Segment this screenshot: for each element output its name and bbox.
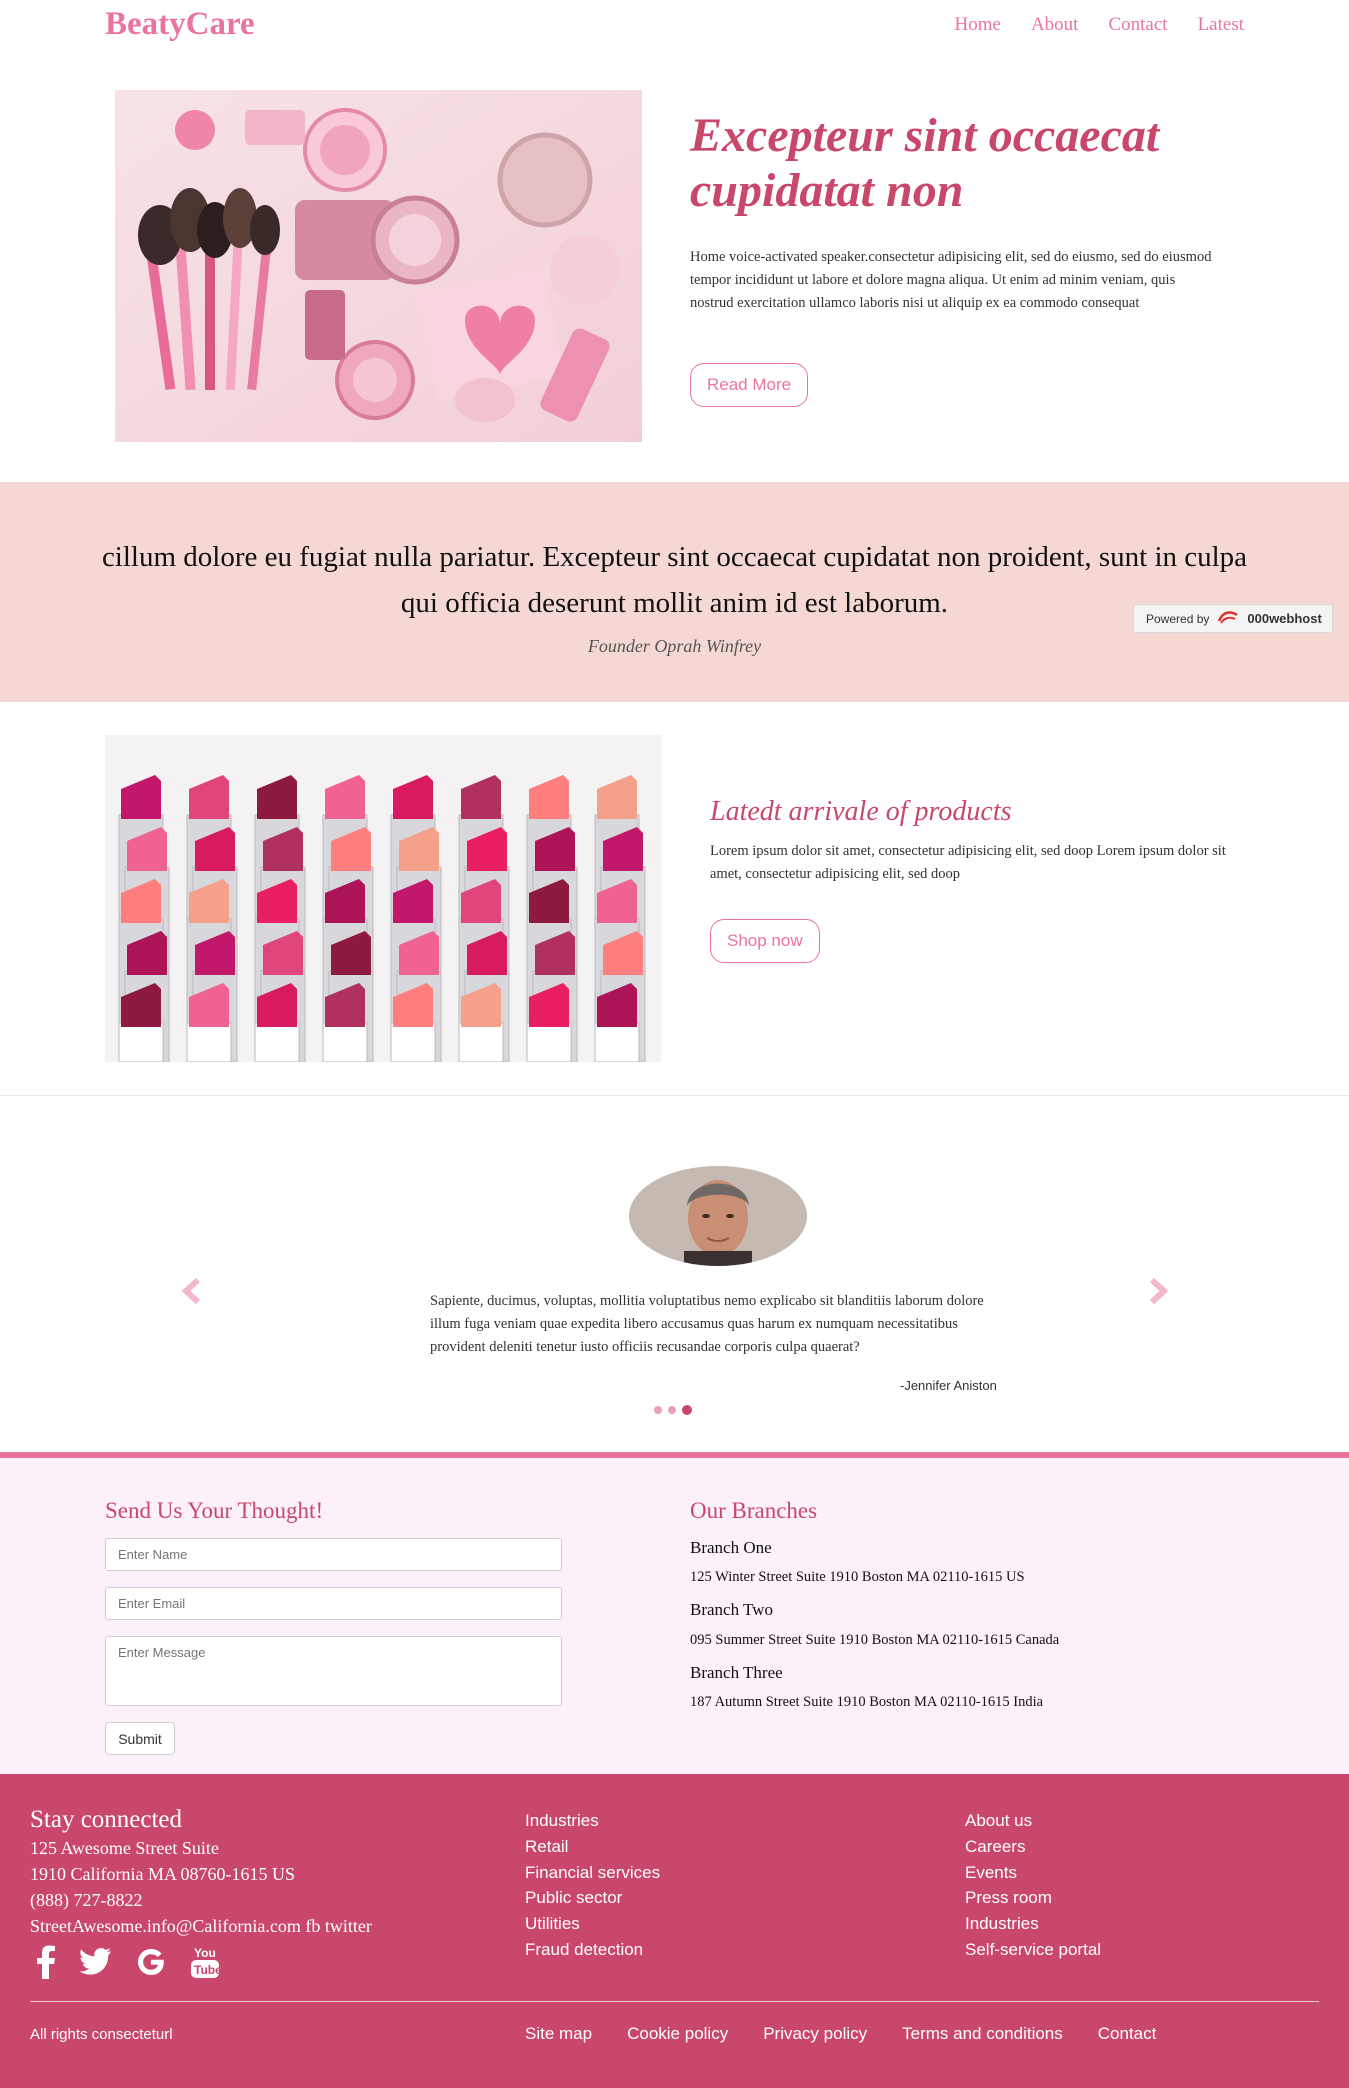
products-title: Latedt arrivale of products xyxy=(710,796,1012,827)
quote-author: Founder Oprah Winfrey xyxy=(587,636,762,656)
footer: Stay connected 125 Awesome Street Suite … xyxy=(0,1774,1349,2088)
footer-links-col-2: About us Careers Events Press room Indus… xyxy=(965,1808,1101,1963)
footer-bottom-link[interactable]: Terms and conditions xyxy=(902,2024,1063,2044)
copyright-text: All rights consecteturl xyxy=(30,2026,173,2043)
brand-logo[interactable]: BeatyCare xyxy=(105,6,255,43)
footer-phone: (888) 727-8822 xyxy=(30,1890,143,1910)
branch-address: 095 Summer Street Suite 1910 Boston MA 0… xyxy=(690,1632,1060,1648)
footer-bottom-link[interactable]: Site map xyxy=(525,2024,592,2044)
testimonial-avatar xyxy=(629,1166,807,1266)
nav-links: Home About Contact Latest xyxy=(955,14,1244,36)
carousel-dot-1[interactable] xyxy=(654,1406,662,1414)
branch-address: 125 Winter Street Suite 1910 Boston MA 0… xyxy=(690,1569,1025,1585)
powered-logo-text: 000webhost xyxy=(1247,611,1322,626)
footer-link[interactable]: Events xyxy=(965,1860,1101,1886)
contact-form-title: Send Us Your Thought! xyxy=(105,1498,324,1523)
powered-by-badge[interactable]: Powered by 000webhost xyxy=(1133,604,1333,633)
name-input[interactable] xyxy=(105,1538,562,1571)
footer-bottom-link[interactable]: Contact xyxy=(1098,2024,1157,2044)
shop-now-button[interactable]: Shop now xyxy=(710,919,820,963)
hero-body: Home voice-activated speaker.consectetur… xyxy=(690,249,1212,311)
social-links: You Tube xyxy=(36,1944,222,1985)
read-more-button[interactable]: Read More xyxy=(690,363,809,407)
footer-address-line: 1910 California MA 08760-1615 US xyxy=(30,1864,295,1884)
webhost-logo-icon xyxy=(1217,609,1239,628)
nav-link-contact[interactable]: Contact xyxy=(1108,14,1167,36)
carousel-dot-3[interactable] xyxy=(682,1405,692,1415)
footer-bottom-link[interactable]: Privacy policy xyxy=(763,2024,867,2044)
footer-link[interactable]: Self-service portal xyxy=(965,1937,1101,1963)
carousel-prev-icon[interactable] xyxy=(178,1276,208,1306)
footer-links-col-1: Industries Retail Financial services Pub… xyxy=(525,1808,660,1963)
testimonial-text: Sapiente, ducimus, voluptas, mollitia vo… xyxy=(430,1293,984,1355)
footer-link[interactable]: Press room xyxy=(965,1885,1101,1911)
branches-title: Our Branches xyxy=(690,1498,818,1523)
footer-link[interactable]: Industries xyxy=(525,1808,660,1834)
youtube-icon[interactable]: You Tube xyxy=(190,1944,222,1985)
hero-makeup-image xyxy=(115,90,642,442)
footer-link[interactable]: Retail xyxy=(525,1834,660,1860)
footer-link[interactable]: Careers xyxy=(965,1834,1101,1860)
footer-divider xyxy=(30,2001,1319,2002)
branch-name: Branch Three xyxy=(690,1663,783,1682)
footer-link[interactable]: About us xyxy=(965,1808,1101,1834)
footer-email: StreetAwesome.info@California.com fb twi… xyxy=(30,1916,372,1936)
powered-label: Powered by xyxy=(1146,611,1210,626)
nav-link-home[interactable]: Home xyxy=(955,14,1001,36)
google-icon[interactable] xyxy=(136,1947,166,1982)
products-body: Lorem ipsum dolor sit amet, consectetur … xyxy=(710,843,1226,882)
nav-link-latest[interactable]: Latest xyxy=(1198,14,1244,36)
quote-band: cillum dolore eu fugiat nulla pariatur. … xyxy=(0,482,1349,702)
branch-name: Branch Two xyxy=(690,1600,774,1619)
footer-link[interactable]: Public sector xyxy=(525,1885,660,1911)
hero-title: Excepteur sint occaecat cupidatat non xyxy=(690,109,1160,217)
section-divider xyxy=(0,1095,1349,1096)
email-input[interactable] xyxy=(105,1587,562,1620)
carousel-dot-2[interactable] xyxy=(668,1406,676,1414)
navbar: BeatyCare Home About Contact Latest xyxy=(0,0,1349,52)
svg-text:Tube: Tube xyxy=(194,1963,220,1977)
footer-bottom-links: Site map Cookie policy Privacy policy Te… xyxy=(525,2024,1156,2044)
footer-bottom-link[interactable]: Cookie policy xyxy=(627,2024,728,2044)
svg-text:You: You xyxy=(194,1946,216,1960)
branch-name: Branch One xyxy=(690,1538,772,1557)
footer-title: Stay connected xyxy=(30,1806,183,1833)
footer-link[interactable]: Fraud detection xyxy=(525,1937,660,1963)
footer-link[interactable]: Industries xyxy=(965,1911,1101,1937)
footer-link[interactable]: Financial services xyxy=(525,1860,660,1886)
branch-address: 187 Autumn Street Suite 1910 Boston MA 0… xyxy=(690,1694,1044,1710)
message-input[interactable] xyxy=(105,1636,562,1706)
facebook-icon[interactable] xyxy=(36,1945,56,1984)
lipstick-product-image xyxy=(105,735,661,1062)
testimonial-author: -Jennifer Aniston xyxy=(900,1378,997,1393)
submit-button[interactable]: Submit xyxy=(105,1722,175,1755)
hero-content: Excepteur sint occaecat cupidatat non Ho… xyxy=(690,108,1230,315)
carousel-next-icon[interactable] xyxy=(1142,1276,1172,1306)
footer-address-line: 125 Awesome Street Suite xyxy=(30,1838,219,1858)
carousel-indicators xyxy=(654,1405,692,1415)
footer-link[interactable]: Utilities xyxy=(525,1911,660,1937)
quote-text: cillum dolore eu fugiat nulla pariatur. … xyxy=(101,541,1248,619)
twitter-icon[interactable] xyxy=(79,1948,112,1981)
nav-link-about[interactable]: About xyxy=(1031,14,1079,36)
